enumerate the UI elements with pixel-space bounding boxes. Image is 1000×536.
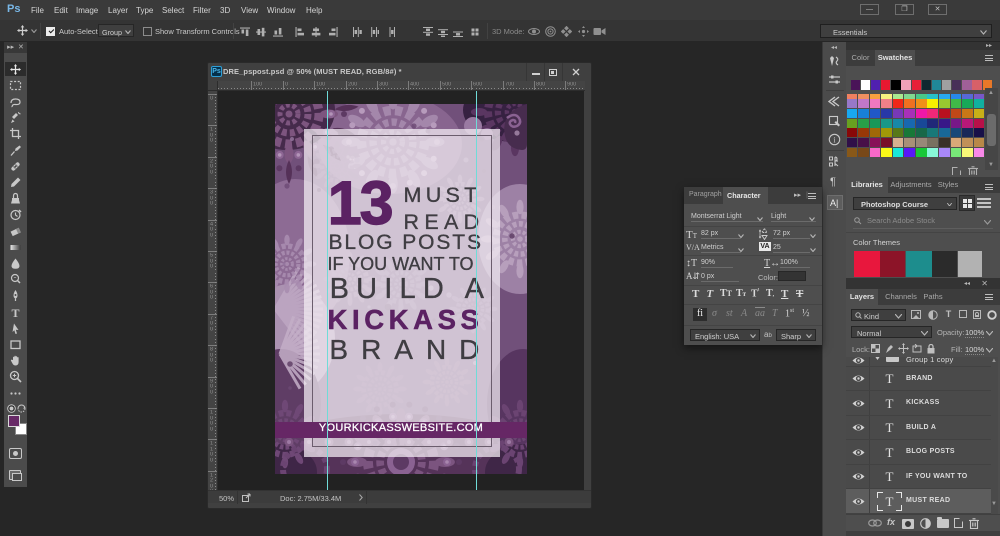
svg-text:T: T [11, 306, 19, 319]
svg-text:i: i [833, 136, 836, 145]
